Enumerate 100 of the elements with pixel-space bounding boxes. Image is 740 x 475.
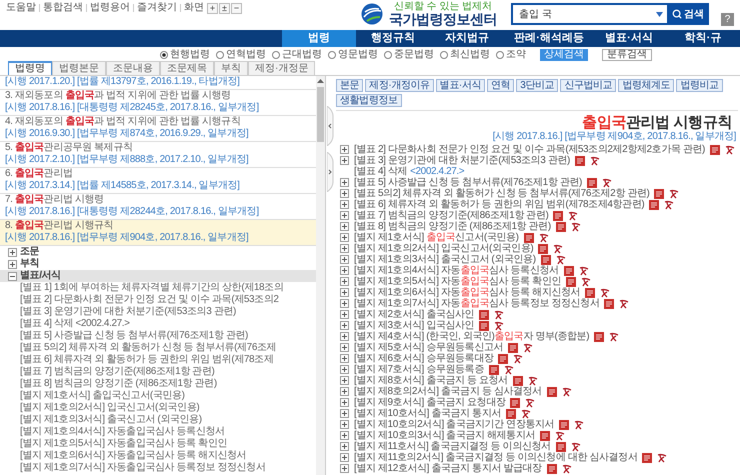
pdf-icon[interactable] xyxy=(528,376,538,386)
expand-icon[interactable] xyxy=(340,266,349,275)
attachment-title[interactable]: [별지 제12호서식] 출국금지 통지서 발급대장 xyxy=(354,463,542,474)
attachment-title[interactable]: [별표 5] 사증발급 신청 등 첨부서류(제76조제1항 관련) xyxy=(354,177,582,188)
pdf-icon[interactable] xyxy=(578,266,589,276)
expand-icon[interactable] xyxy=(340,376,349,385)
pdf-icon[interactable] xyxy=(562,386,572,396)
expand-icon[interactable] xyxy=(340,178,349,187)
document-icon[interactable] xyxy=(556,222,566,232)
law-view-button[interactable]: 법령비교 xyxy=(676,79,723,92)
nav-tab[interactable]: 법령 xyxy=(282,30,356,47)
expand-icon[interactable] xyxy=(340,244,349,253)
attachment-title[interactable]: [별지 제10호의2서식] 출국금지기간 연장통지서 xyxy=(354,419,554,430)
expand-icon[interactable] xyxy=(340,420,349,429)
attachment-title[interactable]: [별지 제1호의3서식] 출국신고서 (외국인용) xyxy=(354,254,536,265)
scrollbar[interactable] xyxy=(316,76,325,475)
document-icon[interactable] xyxy=(553,210,564,220)
expand-icon[interactable] xyxy=(340,354,349,363)
search-result[interactable]: 7. 출입국관리법 시행령 [시행 2017.8.16.] [대통령령 제28244호, 2017.8.16., 일부개정] xyxy=(0,194,316,220)
document-icon[interactable] xyxy=(479,310,490,320)
expand-icon[interactable] xyxy=(340,255,349,264)
attachment-title[interactable]: [별지 제6호서식] 승무원등록대장 xyxy=(354,353,494,364)
attachment-link[interactable]: [별표 1] 1회에 부여하는 체류자격별 체류기간의 상한(제18조의 xyxy=(0,282,316,294)
search-tab[interactable]: 부칙 xyxy=(214,61,248,75)
attachment-title[interactable]: [별지 제1호의6서식] 자동출입국심사 등록 해지신청서 xyxy=(354,287,580,298)
expand-icon[interactable] xyxy=(340,145,349,154)
pdf-icon[interactable] xyxy=(494,320,504,330)
radio-option[interactable]: 최신법령 xyxy=(440,47,490,62)
attachment-link[interactable]: [별지 제1호의2서식] 입국신고서(외국인용) xyxy=(0,402,316,414)
document-icon[interactable] xyxy=(556,442,566,452)
attachment-title[interactable]: [별표 6] 체류자격 외 활동허가 등 권한의 위임 범위(제78조제4항관련) xyxy=(354,199,644,210)
pdf-icon[interactable] xyxy=(570,222,581,232)
law-view-button[interactable]: 생활법령정보 xyxy=(336,94,402,107)
document-icon[interactable] xyxy=(540,254,551,264)
pdf-icon[interactable] xyxy=(602,178,612,188)
attachment-title[interactable]: [별지 제4호서식] (한국인, 외국인)출입국자 명부(종합분) xyxy=(354,331,590,342)
attachment-title[interactable]: [별지 제8호서식] 출국금지 등 요청서 xyxy=(354,375,508,386)
attachment-title[interactable]: [별지 제2호서식] 출국심사인 xyxy=(354,309,474,320)
attachment-title[interactable]: [별지 제1호의5서식] 자동출입국심사 등록 확인인 xyxy=(354,276,562,287)
attachment-link[interactable]: [별표 2] 다문화사회 전문가 인정 요건 및 이수 과목(제53조의2 xyxy=(0,294,316,306)
law-view-button[interactable]: 3단비교 xyxy=(516,79,558,92)
attachment-title[interactable]: [별지 제10호의3서식] 출국금지 해제통지서 xyxy=(354,430,535,441)
expand-icon[interactable] xyxy=(340,222,349,231)
dropdown-button[interactable] xyxy=(651,3,667,25)
attachment-link[interactable]: [별표 5] 사증발급 신청 등 첨부서류(제76조제1항 관련) xyxy=(0,330,316,342)
expand-icon[interactable] xyxy=(340,343,349,352)
expand-icon[interactable] xyxy=(340,277,349,286)
pdf-icon[interactable] xyxy=(521,408,532,418)
expand-icon[interactable] xyxy=(340,156,349,165)
expand-icon[interactable] xyxy=(340,310,349,319)
pdf-icon[interactable] xyxy=(664,200,674,210)
search-tab[interactable]: 조문내용 xyxy=(106,61,160,75)
attachment-link[interactable]: [별표 6] 체류자격 외 활동허가 등 권한의 위임 범위(제78조제 xyxy=(0,354,316,366)
pdf-icon[interactable] xyxy=(590,156,600,166)
document-icon[interactable] xyxy=(510,398,520,408)
pdf-icon[interactable] xyxy=(556,254,566,264)
pdf-icon[interactable] xyxy=(513,354,524,364)
attachment-title[interactable]: [별지 제3호서식] 입국심사인 xyxy=(354,320,474,331)
law-view-button[interactable]: 별표·서식 xyxy=(436,79,486,92)
expand-icon[interactable] xyxy=(340,211,349,220)
attachment-link[interactable]: [별지 제1호의4서식] 자동출입국심사 등록신청서 xyxy=(0,426,316,438)
document-icon[interactable] xyxy=(479,320,490,330)
document-icon[interactable] xyxy=(642,452,652,462)
attachment-title[interactable]: [별표 5의2] 체류자격 외 활동허가 신청 등 첨부서류(제76조제2항 관련) xyxy=(354,188,650,199)
document-icon[interactable] xyxy=(564,266,574,276)
search-tab[interactable]: 조문제목 xyxy=(160,61,214,75)
law-view-button[interactable]: 연혁 xyxy=(487,79,514,92)
expand-icon[interactable] xyxy=(340,387,349,396)
attachment-title[interactable]: [별지 제11호서식] 출국금지결정 등 이의신청서 xyxy=(354,441,551,452)
pdf-icon[interactable] xyxy=(525,398,536,408)
top-link[interactable]: 통합검색 xyxy=(43,1,83,15)
expand-icon[interactable] xyxy=(340,200,349,209)
law-view-button[interactable]: 법령체계도 xyxy=(618,79,674,92)
attachment-link[interactable]: [별표 7] 범칙금의 양정기준(제86조제1항 관련) xyxy=(0,366,316,378)
attachment-title[interactable]: [별표 3] 운영기관에 대한 처분기준(제53조의3 관련) xyxy=(354,155,570,166)
law-view-button[interactable]: 제정·개정이유 xyxy=(365,79,434,92)
document-icon[interactable] xyxy=(586,178,597,188)
category-search-button[interactable]: 분류검색 xyxy=(602,48,652,60)
search-tab[interactable]: 법령명 xyxy=(8,61,52,75)
attachment-link[interactable]: [별지 제1호서식] 출입국신고서(국민용) xyxy=(0,390,316,402)
document-icon[interactable] xyxy=(506,408,516,418)
attachment-link[interactable]: [별지 제1호의6서식] 자동출입국심사 등록 해지신청서 xyxy=(0,450,316,462)
collapse-icon[interactable] xyxy=(8,272,17,280)
attachment-title[interactable]: [별지 제10호서식] 출국금지 통지서 xyxy=(354,408,502,419)
search-button[interactable]: 검색 xyxy=(667,3,709,25)
attachment-link[interactable]: [별지 제1호의5서식] 자동출입국심사 등록 확인인 xyxy=(0,438,316,450)
pdf-icon[interactable] xyxy=(568,210,578,220)
zoom-button[interactable]: ± xyxy=(219,2,230,14)
pdf-icon[interactable] xyxy=(554,430,565,440)
search-result[interactable]: 6. 출입국관리법 [시행 2017.3.14.] [법률 제14585호, 2017.3.14., 일부개정] xyxy=(0,168,316,194)
document-icon[interactable] xyxy=(498,354,508,364)
scrollbar-thumb[interactable] xyxy=(317,87,324,142)
document-icon[interactable] xyxy=(710,144,720,154)
zoom-button[interactable]: − xyxy=(231,2,242,14)
document-icon[interactable] xyxy=(585,288,596,298)
top-link[interactable]: 법령용어 xyxy=(90,1,130,15)
attachment-title[interactable]: [별지 제5호서식] 승무원등록신고서 xyxy=(354,342,504,353)
search-result[interactable]: 8. 출입국관리법 시행규칙 [시행 2017.8.16.] [법무부령 제904호, 2017.8.16., 일부개정] xyxy=(0,220,316,246)
search-result[interactable]: 3. 재외동포의 출입국과 법적 지위에 관한 법률 시행령 [시행 2017.8.16.] [대통령령 제28245호, 2017.8.16., 일부개정] xyxy=(0,90,316,116)
expand-icon[interactable] xyxy=(340,288,349,297)
